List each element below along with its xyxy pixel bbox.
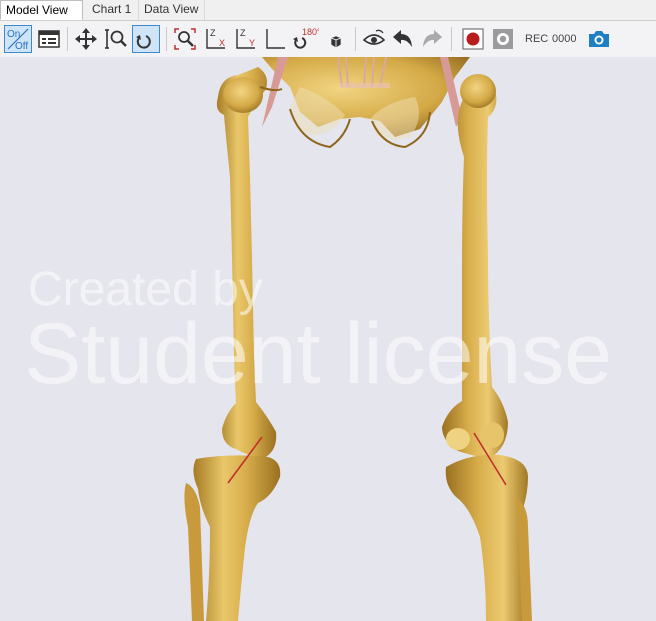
skeleton-model: [184, 57, 532, 621]
list-panel-icon: [38, 30, 60, 48]
axes-zx-icon: Z Y: [236, 28, 255, 49]
pan-button[interactable]: [72, 25, 100, 53]
view-zx-button[interactable]: Z Y: [231, 25, 259, 53]
tab-model-view-1[interactable]: Model View 1: [0, 0, 83, 36]
svg-text:180°: 180°: [302, 27, 319, 37]
svg-text:Off: Off: [15, 41, 28, 52]
camera-icon: [589, 31, 609, 47]
model-list-button[interactable]: [35, 25, 63, 53]
stop-button[interactable]: [489, 25, 517, 53]
rotate-3d-icon: [136, 35, 151, 49]
stop-icon: [493, 29, 513, 49]
right-tibia: [445, 454, 532, 621]
redo-arrow-icon: [423, 30, 442, 47]
zoom-fit-button[interactable]: [171, 25, 199, 53]
model-viewport[interactable]: Created by Student license: [0, 57, 656, 621]
move-arrows-icon: [75, 28, 97, 50]
rec-label: REC: [525, 33, 549, 45]
screenshot-button[interactable]: [585, 25, 613, 53]
record-button[interactable]: [459, 25, 487, 53]
zoom-fit-icon: [174, 28, 196, 50]
view-zy-button[interactable]: [261, 25, 289, 53]
svg-text:Z: Z: [240, 28, 246, 38]
left-tibia: [184, 455, 281, 621]
tab-data-view[interactable]: Data View: [139, 0, 205, 20]
rotate-180-icon: [331, 36, 341, 48]
rotate-90-button[interactable]: 180°: [291, 25, 319, 53]
svg-text:Y: Y: [249, 38, 255, 48]
on-off-toggle-button[interactable]: On Off: [4, 25, 32, 53]
axes-zy-icon: [266, 29, 285, 49]
visibility-button[interactable]: [360, 25, 388, 53]
zoom-y-button[interactable]: [102, 25, 130, 53]
axes-yx-icon: Z X: [206, 28, 225, 49]
view-yx-button[interactable]: Z X: [201, 25, 229, 53]
zoom-magnifier-icon: [105, 29, 127, 49]
tab-bar: Model View 1 Chart 1 Data View: [0, 0, 656, 36]
tab-chart-1[interactable]: Chart 1: [87, 0, 139, 20]
toolbar-separator: [355, 27, 356, 51]
left-femur: [216, 67, 283, 459]
rec-counter: 0000: [552, 33, 577, 45]
toolbar: On Off Z X Z Y 180° REC 0000: [0, 21, 656, 58]
rotate-90-icon: 180°: [293, 27, 319, 49]
rotate-180-button[interactable]: [322, 25, 350, 53]
rotate-3d-button[interactable]: [132, 25, 160, 53]
eye-icon: [362, 29, 386, 45]
svg-text:X: X: [219, 38, 225, 48]
toolbar-separator: [451, 27, 452, 51]
svg-text:Z: Z: [210, 28, 216, 38]
redo-button[interactable]: [418, 25, 446, 53]
svg-text:On: On: [7, 29, 20, 40]
toolbar-separator: [166, 27, 167, 51]
undo-arrow-icon: [393, 30, 412, 47]
right-femur: [442, 74, 508, 459]
record-icon: [462, 28, 484, 50]
on-off-toggle-icon: On Off: [7, 28, 29, 52]
undo-button[interactable]: [389, 25, 417, 53]
toolbar-separator: [67, 27, 68, 51]
